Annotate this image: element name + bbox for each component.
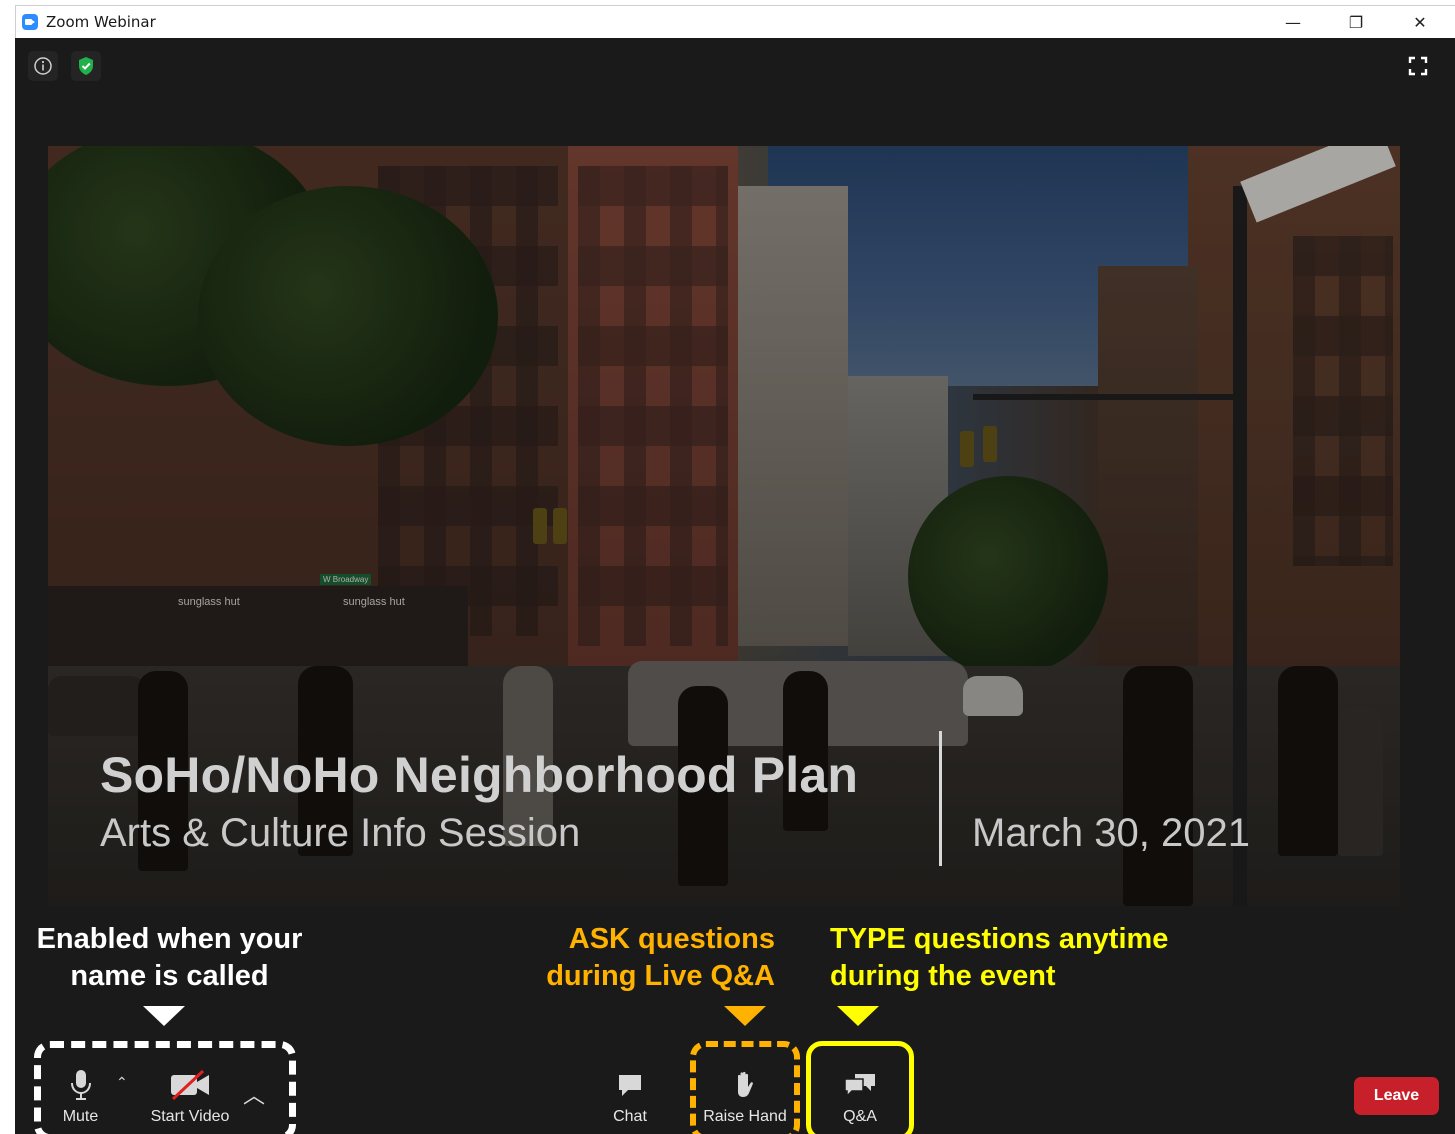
annotation-line: Enabled when your — [36, 923, 303, 955]
slide-title: SoHo/NoHo Neighborhood Plan — [100, 747, 859, 803]
shared-slide: sunglass hut sunglass hut W Broadway SoH… — [48, 146, 1400, 906]
maximize-button[interactable]: ❐ — [1336, 10, 1376, 36]
audio-options-caret-icon[interactable]: ⌃ — [116, 1074, 128, 1091]
annotation-qa: TYPE questions anytime during the event — [830, 921, 1250, 995]
mute-label: Mute — [62, 1108, 99, 1125]
qa-button[interactable]: Q&A — [825, 1068, 895, 1126]
mute-button[interactable]: Mute — [53, 1068, 108, 1126]
annotation-arrow-orange — [724, 1006, 766, 1026]
fullscreen-icon[interactable] — [1403, 51, 1433, 81]
start-video-label: Start Video — [150, 1108, 230, 1125]
window-titlebar: Zoom Webinar — ❐ ✕ — [15, 5, 1455, 38]
shield-check-icon[interactable] — [71, 51, 101, 81]
annotation-line: during the event — [830, 960, 1056, 992]
slide-date: March 30, 2021 — [972, 811, 1250, 855]
slide-divider — [939, 731, 942, 866]
raise-hand-icon — [732, 1068, 758, 1102]
annotation-mute-video: Enabled when your name is called — [17, 921, 322, 995]
annotation-line: during Live Q&A — [546, 960, 775, 992]
zoom-meeting-area: sunglass hut sunglass hut W Broadway SoH… — [15, 38, 1455, 1134]
annotation-arrow-yellow — [837, 1006, 879, 1026]
minimize-button[interactable]: — — [1273, 10, 1313, 36]
window-title: Zoom Webinar — [46, 13, 156, 31]
start-video-button[interactable]: Start Video — [140, 1068, 240, 1126]
chat-button[interactable]: Chat — [605, 1068, 655, 1126]
annotation-line: name is called — [70, 960, 269, 992]
zoom-app-icon — [22, 14, 38, 30]
video-options-caret-icon[interactable]: ︿ — [243, 1078, 265, 1110]
raise-hand-label: Raise Hand — [703, 1108, 787, 1125]
info-icon[interactable] — [28, 51, 58, 81]
annotation-arrow-white — [143, 1006, 185, 1026]
video-off-icon — [169, 1068, 211, 1102]
qa-label: Q&A — [843, 1108, 877, 1125]
annotation-raise-hand: ASK questions during Live Q&A — [485, 921, 775, 995]
chat-bubble-icon — [616, 1068, 644, 1102]
raise-hand-button[interactable]: Raise Hand — [701, 1068, 789, 1126]
microphone-icon — [70, 1068, 92, 1102]
annotation-line: ASK questions — [568, 923, 775, 955]
leave-button[interactable]: Leave — [1354, 1077, 1439, 1115]
close-button[interactable]: ✕ — [1400, 10, 1440, 36]
slide-subtitle: Arts & Culture Info Session — [100, 811, 581, 855]
qa-bubbles-icon — [843, 1068, 877, 1102]
chat-label: Chat — [613, 1108, 647, 1125]
annotation-line: TYPE questions anytime — [830, 923, 1169, 955]
